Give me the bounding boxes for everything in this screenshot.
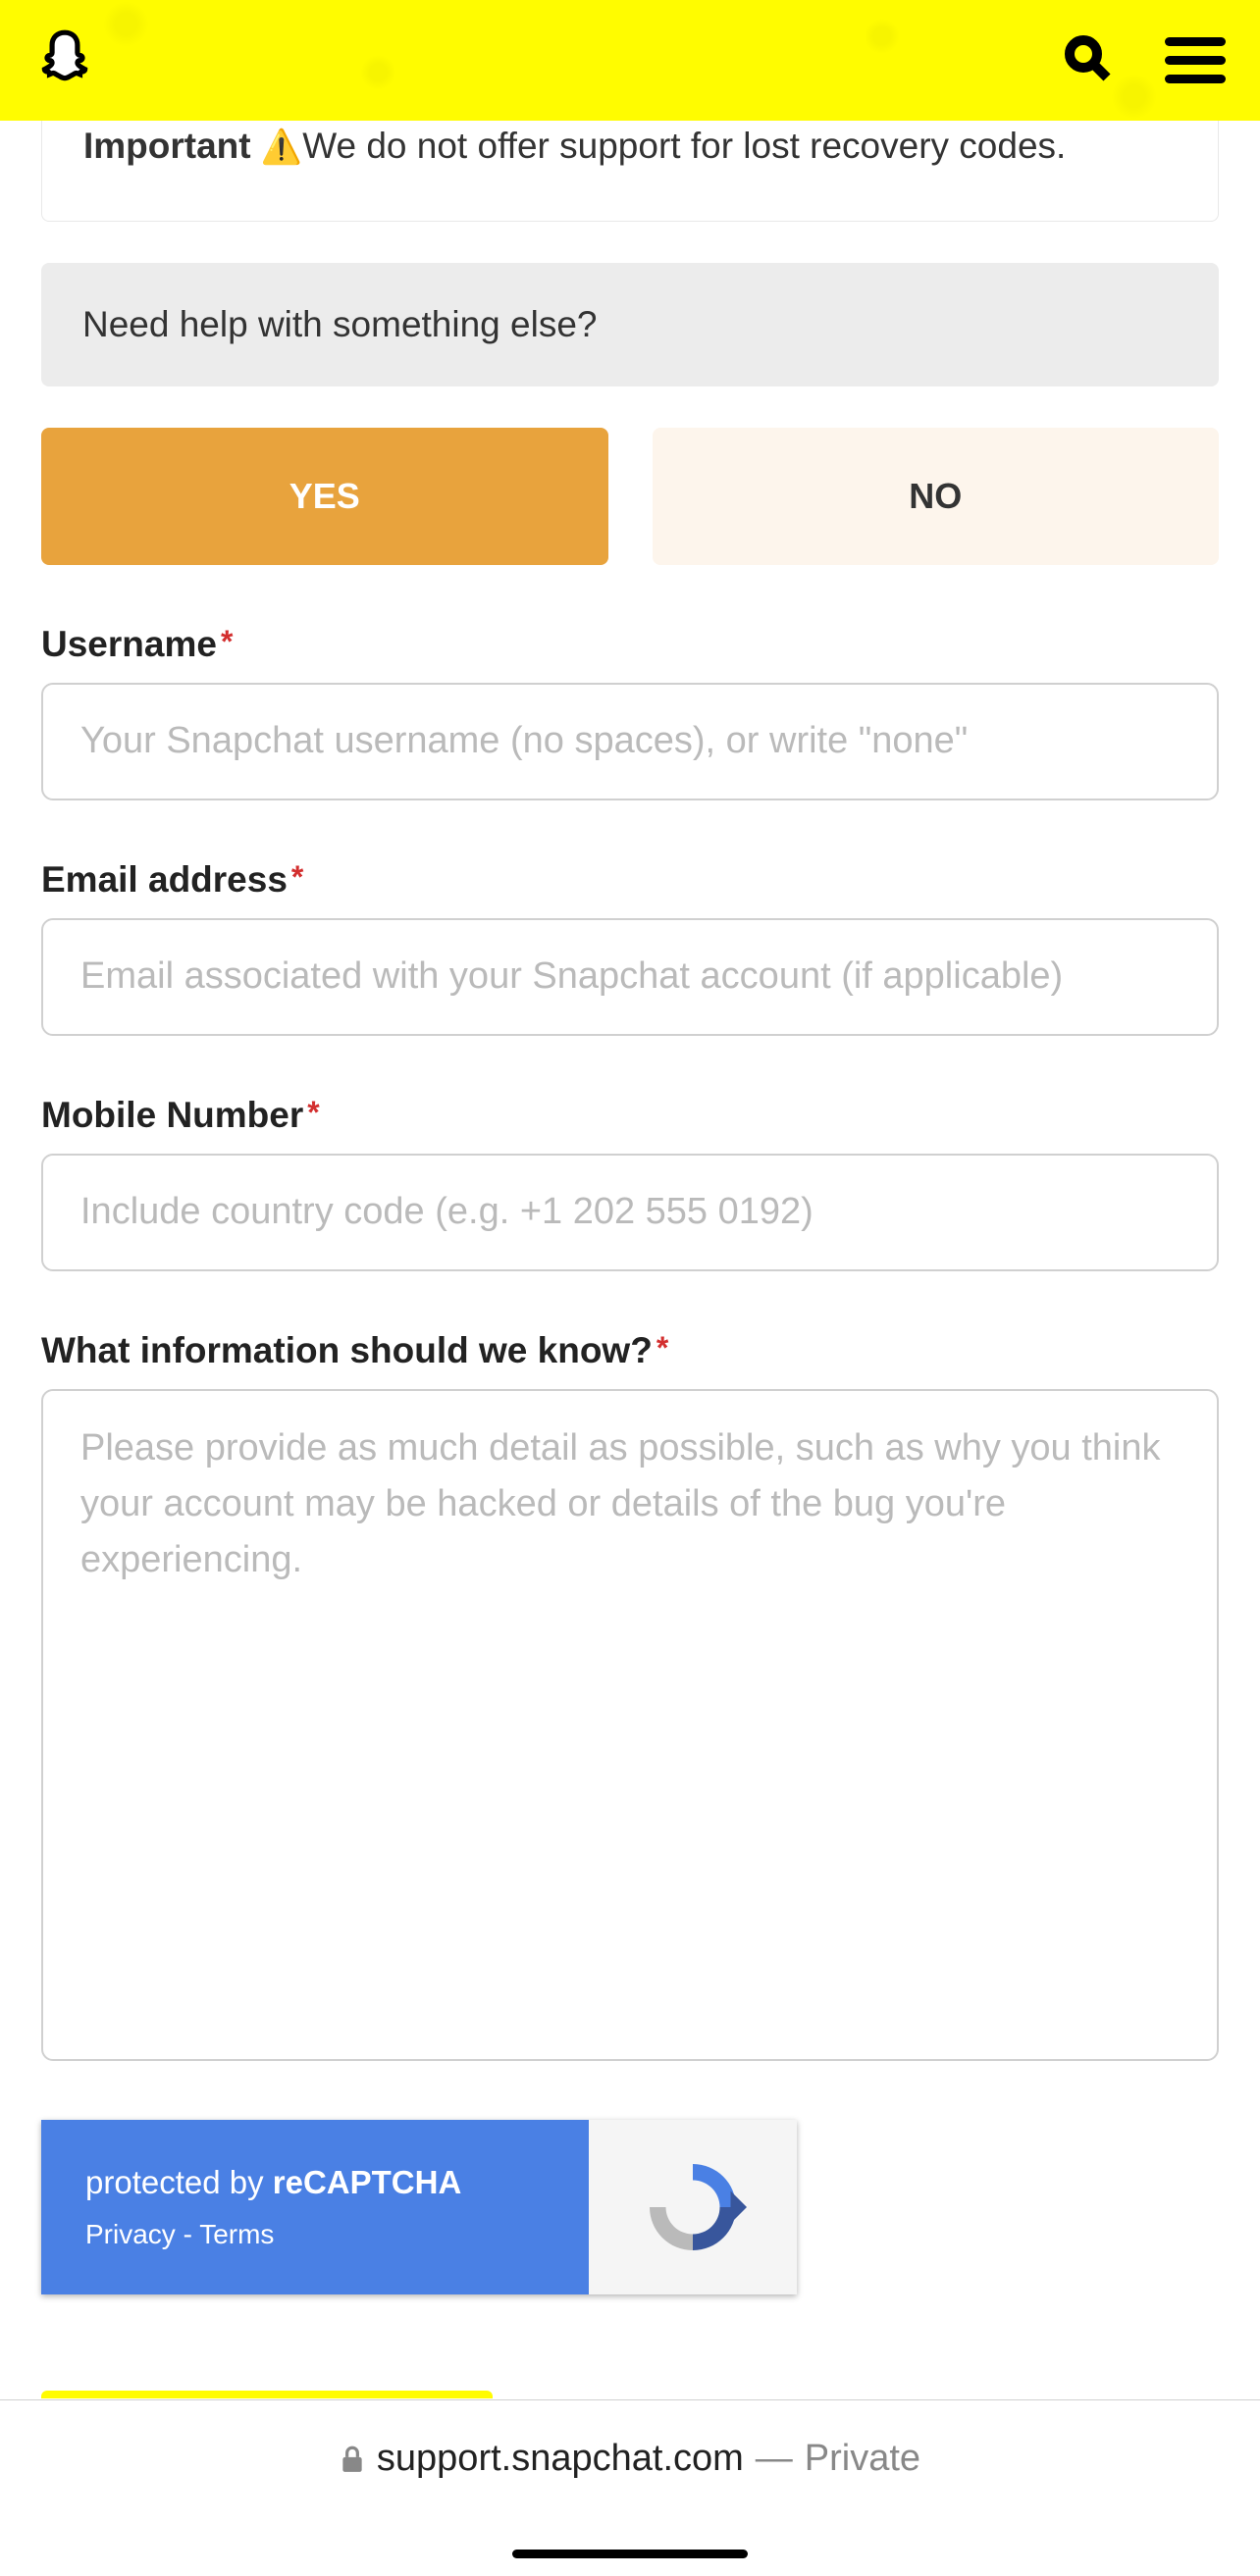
menu-button[interactable] [1165,37,1226,83]
warning-icon: ⚠️ [261,129,302,166]
header [0,0,1260,121]
mobile-group: Mobile Number* [41,1095,1219,1271]
important-message: We do not offer support for lost recover… [302,126,1066,166]
important-text: Important ⚠️We do not offer support for … [83,121,1177,172]
info-label: What information should we know?* [41,1330,1219,1371]
mobile-label: Mobile Number* [41,1095,1219,1136]
mobile-input[interactable] [41,1154,1219,1271]
recaptcha-privacy-link[interactable]: Privacy [85,2219,176,2249]
info-textarea[interactable] [41,1389,1219,2061]
username-group: Username* [41,624,1219,800]
browser-bar: support.snapchat.com — Private [0,2399,1260,2576]
hamburger-icon [1165,37,1226,46]
yes-no-buttons: YES NO [41,428,1219,565]
url-dash: — [756,2438,793,2480]
email-input[interactable] [41,918,1219,1036]
recaptcha-info: protected by reCAPTCHA Privacy - Terms [41,2120,589,2294]
url-private-label: Private [805,2438,920,2480]
help-prompt-text: Need help with something else? [82,304,598,344]
header-right [1064,34,1226,86]
snapchat-logo[interactable] [34,27,95,93]
recaptcha-text: protected by reCAPTCHA [85,2164,545,2201]
required-indicator: * [291,859,303,895]
submit-button-peek[interactable] [41,2391,493,2398]
required-indicator: * [221,624,233,659]
important-notice: Important ⚠️We do not offer support for … [41,121,1219,222]
search-button[interactable] [1064,34,1111,86]
home-indicator[interactable] [512,2550,748,2558]
yes-button[interactable]: YES [41,428,608,565]
no-button[interactable]: NO [653,428,1220,565]
url-row[interactable]: support.snapchat.com — Private [340,2438,920,2480]
required-indicator: * [656,1330,668,1365]
info-group: What information should we know?* [41,1330,1219,2066]
lock-icon [340,2445,365,2474]
recaptcha-links: Privacy - Terms [85,2219,545,2250]
email-group: Email address* [41,859,1219,1036]
main-content: Important ⚠️We do not offer support for … [0,121,1260,2294]
recaptcha-logo-area [589,2120,797,2294]
email-label: Email address* [41,859,1219,901]
recaptcha-icon [639,2153,747,2261]
recaptcha-terms-link[interactable]: Terms [199,2219,274,2249]
recaptcha-widget[interactable]: protected by reCAPTCHA Privacy - Terms [41,2120,797,2294]
username-input[interactable] [41,683,1219,800]
username-label: Username* [41,624,1219,665]
url-text: support.snapchat.com [377,2438,744,2480]
search-icon [1064,34,1111,81]
ghost-icon [34,27,95,88]
required-indicator: * [307,1095,319,1130]
important-label: Important [83,126,251,166]
help-prompt: Need help with something else? [41,263,1219,386]
